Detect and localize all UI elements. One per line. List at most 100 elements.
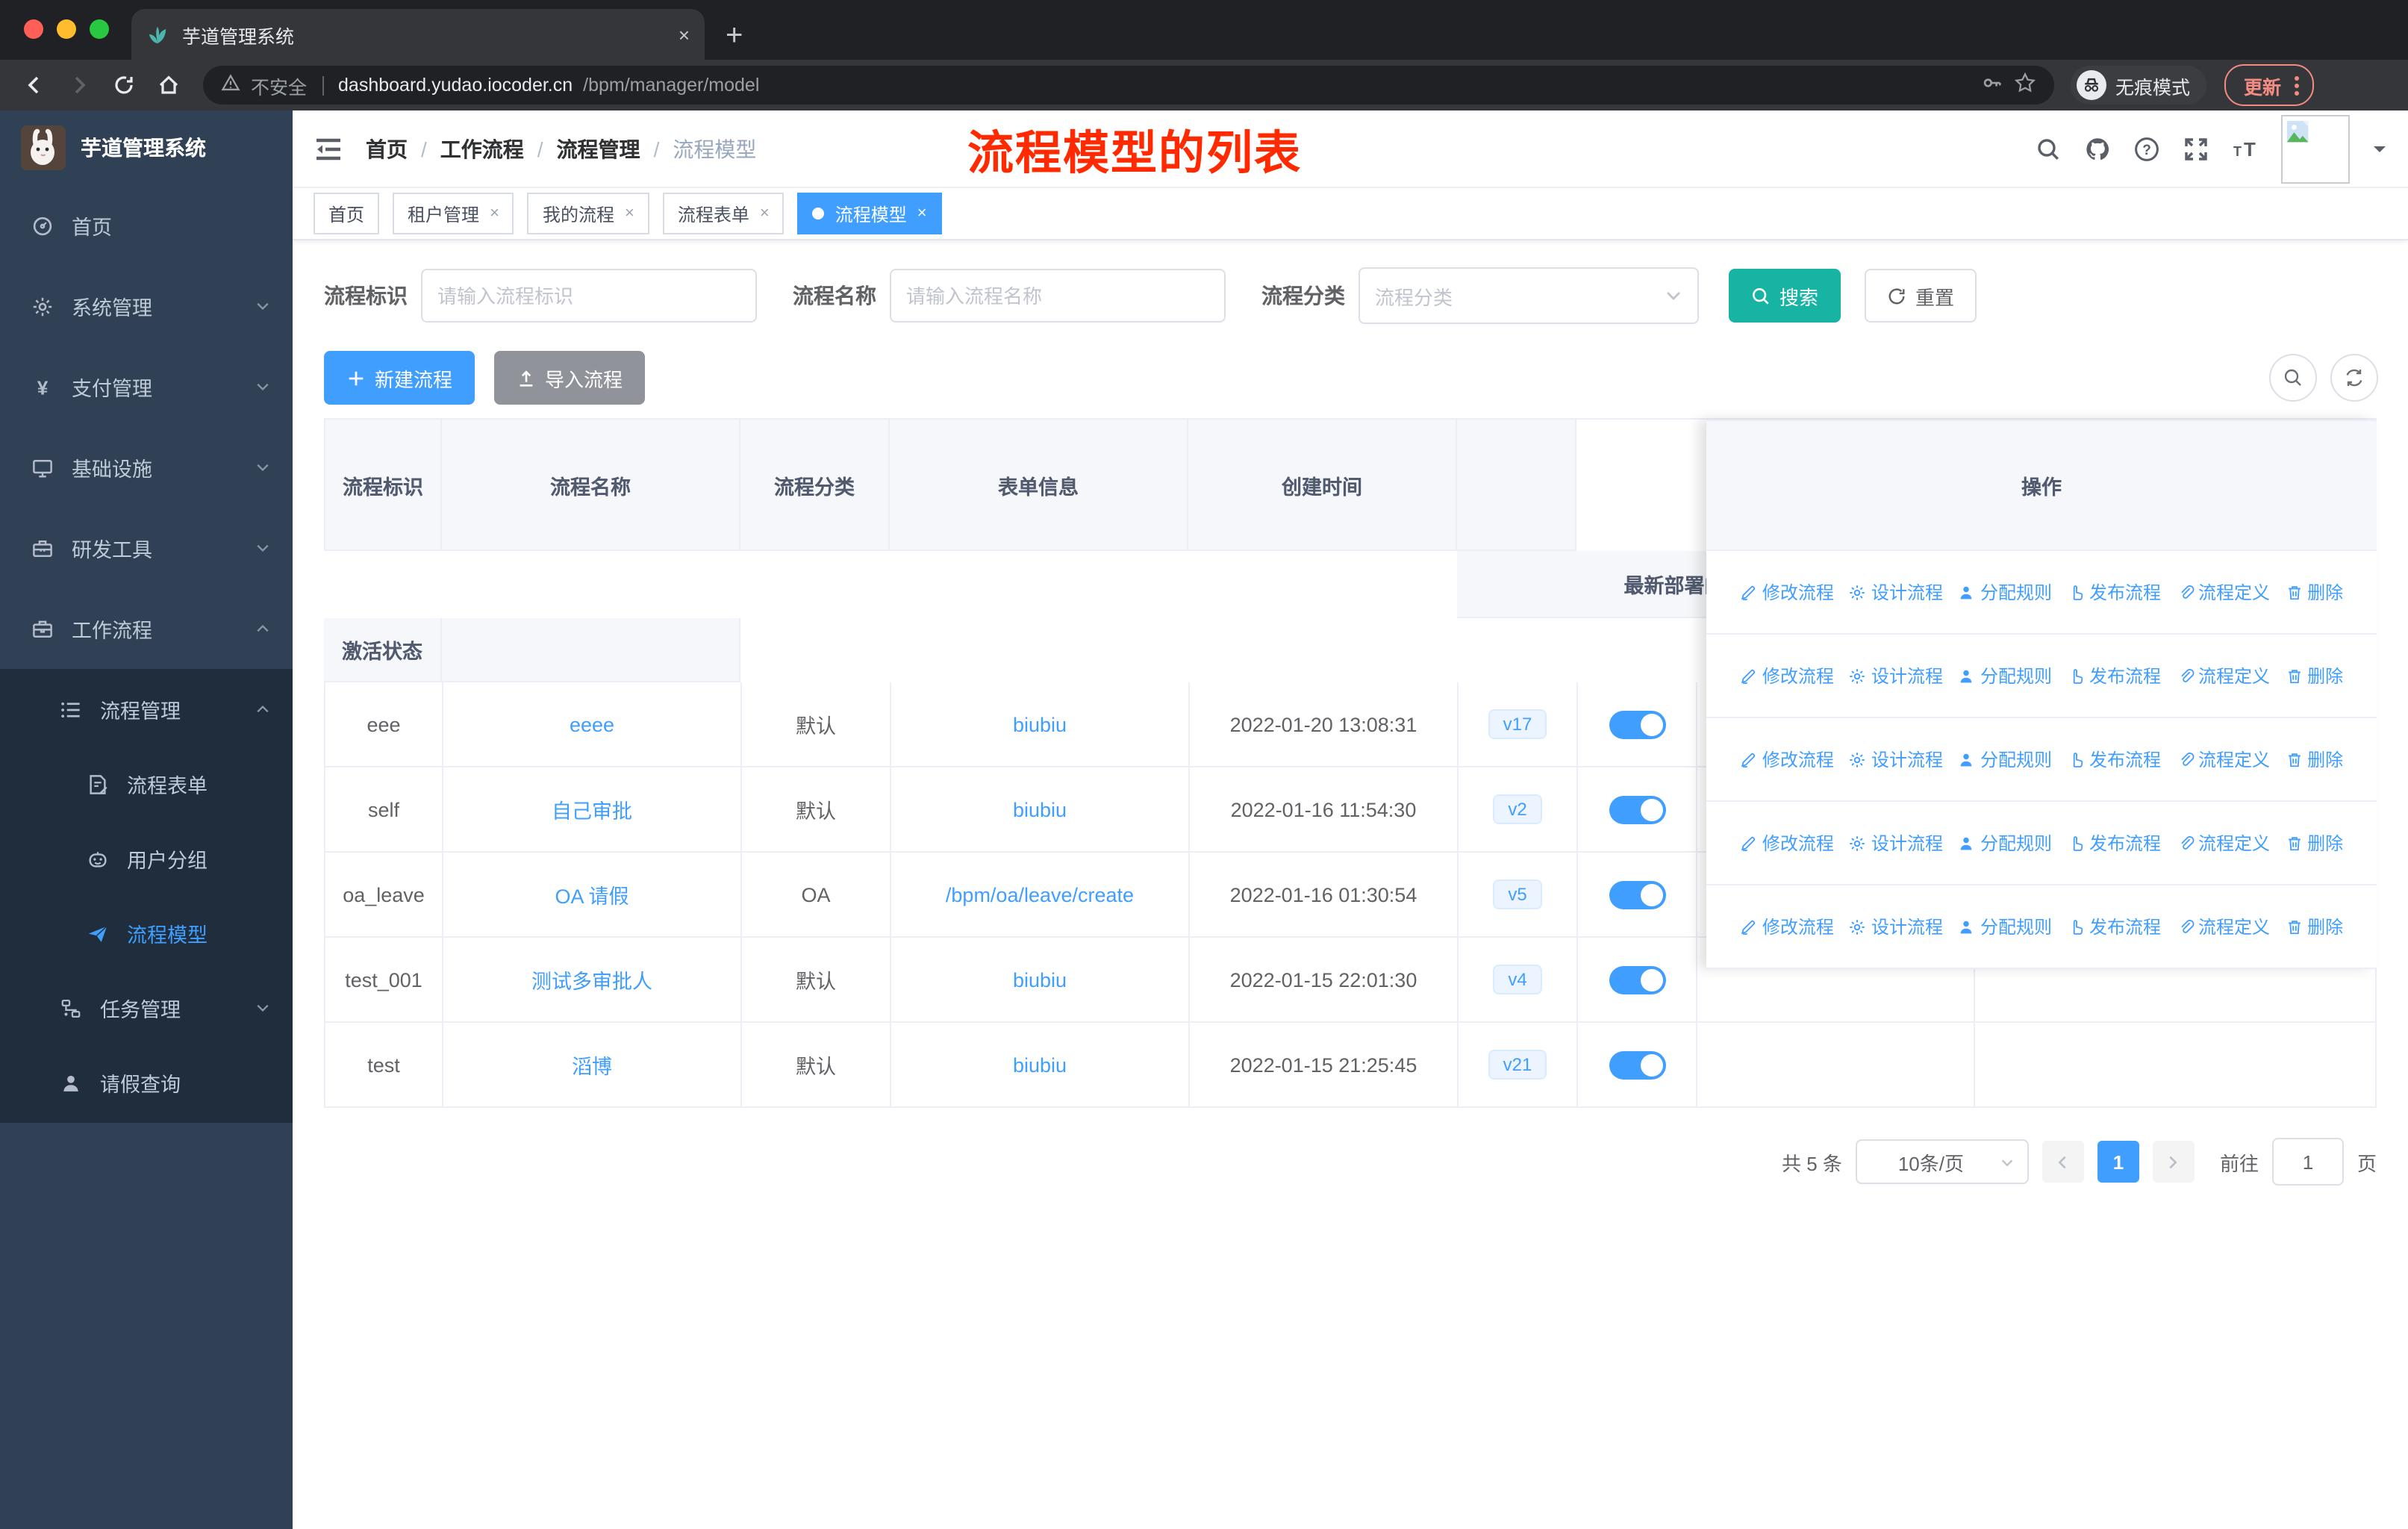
action-definition[interactable]: 流程定义 [2176,914,2270,939]
import-process-button[interactable]: 导入流程 [494,351,645,405]
sidebar-item-system[interactable]: 系统管理 [0,266,293,346]
fullscreen-icon[interactable] [2183,135,2209,162]
process-name-link[interactable]: 自己审批 [552,794,632,824]
sidebar-item-leave-query[interactable]: 请假查询 [0,1045,293,1120]
sidebar-item-devtools[interactable]: 研发工具 [0,508,293,588]
browser-menu-icon[interactable] [2295,75,2299,95]
address-bar[interactable]: 不安全 dashboard.yudao.iocoder.cn/bpm/manag… [203,66,2054,105]
action-delete[interactable]: 删除 [2285,579,2343,605]
action-modify[interactable]: 修改流程 [1740,830,1834,856]
process-name-link[interactable]: 滔博 [572,1050,612,1080]
action-publish[interactable]: 发布流程 [2067,579,2161,605]
tab-process-form[interactable]: 流程表单 × [663,193,785,234]
action-definition[interactable]: 流程定义 [2176,747,2270,772]
action-definition[interactable]: 流程定义 [2176,830,2270,856]
page-size-select[interactable]: 10条/页 [1856,1139,2029,1184]
sidebar-item-task-mgmt[interactable]: 任务管理 [0,971,293,1045]
action-modify[interactable]: 修改流程 [1740,914,1834,939]
search-icon[interactable] [2035,135,2062,162]
action-assign[interactable]: 分配规则 [1958,747,2052,772]
active-toggle[interactable] [1609,795,1665,823]
collapse-sidebar-icon[interactable] [314,134,343,164]
bookmark-star-icon[interactable] [2014,72,2036,99]
tab-home[interactable]: 首页 [314,193,379,234]
sidebar-item-process-model[interactable]: 流程模型 [0,896,293,971]
breadcrumb-home[interactable]: 首页 [366,134,408,164]
prev-page-button[interactable] [2042,1141,2084,1183]
action-assign[interactable]: 分配规则 [1958,663,2052,688]
active-toggle[interactable] [1609,1050,1665,1079]
action-delete[interactable]: 删除 [2285,914,2343,939]
form-info-link[interactable]: /bpm/oa/leave/create [946,883,1134,906]
home-icon[interactable] [149,66,188,105]
form-info-link[interactable]: biubiu [1013,713,1067,735]
close-icon[interactable]: × [760,205,770,222]
sidebar-item-payment[interactable]: ¥ 支付管理 [0,346,293,427]
back-icon[interactable] [15,66,54,105]
action-assign[interactable]: 分配规则 [1958,579,2052,605]
action-definition[interactable]: 流程定义 [2176,663,2270,688]
update-button[interactable]: 更新 [2224,64,2314,106]
action-modify[interactable]: 修改流程 [1740,579,1834,605]
close-icon[interactable]: × [490,205,499,222]
reset-button[interactable]: 重置 [1865,269,1977,323]
sidebar-item-process-form[interactable]: 流程表单 [0,747,293,821]
breadcrumb-process-mgmt[interactable]: 流程管理 [557,134,640,164]
font-size-icon[interactable]: TT [2232,135,2259,162]
minimize-window-button[interactable] [57,19,76,39]
page-number-button[interactable]: 1 [2097,1141,2139,1183]
action-design[interactable]: 设计流程 [1849,579,1943,605]
action-design[interactable]: 设计流程 [1849,747,1943,772]
action-design[interactable]: 设计流程 [1849,830,1943,856]
sidebar-item-workflow[interactable]: 工作流程 [0,588,293,669]
github-icon[interactable] [2084,135,2111,162]
active-toggle[interactable] [1609,965,1665,994]
action-design[interactable]: 设计流程 [1849,663,1943,688]
browser-tab[interactable]: 芋道管理系统 × [131,9,705,60]
goto-page-input[interactable] [2272,1138,2344,1186]
form-info-link[interactable]: biubiu [1013,1053,1067,1076]
sidebar-item-infrastructure[interactable]: 基础设施 [0,427,293,508]
key-icon[interactable] [1981,72,2003,99]
sidebar-item-user-group[interactable]: 用户分组 [0,821,293,896]
action-definition[interactable]: 流程定义 [2176,579,2270,605]
forward-icon[interactable] [60,66,99,105]
tab-tenant[interactable]: 租户管理 × [393,193,514,234]
active-toggle[interactable] [1609,880,1665,909]
process-category-select[interactable]: 流程分类 [1359,267,1699,324]
form-info-link[interactable]: biubiu [1013,798,1067,820]
action-assign[interactable]: 分配规则 [1958,914,2052,939]
process-name-link[interactable]: 测试多审批人 [531,965,652,994]
sidebar-item-process-mgmt[interactable]: 流程管理 [0,672,293,747]
sidebar-logo[interactable]: 芋道管理系统 [0,110,293,185]
sidebar-item-home[interactable]: 首页 [0,185,293,266]
action-modify[interactable]: 修改流程 [1740,663,1834,688]
reload-icon[interactable] [105,66,143,105]
action-delete[interactable]: 删除 [2285,663,2343,688]
action-publish[interactable]: 发布流程 [2067,747,2161,772]
action-assign[interactable]: 分配规则 [1958,830,2052,856]
active-toggle[interactable] [1609,710,1665,738]
tab-close-icon[interactable]: × [679,23,690,46]
refresh-table-button[interactable] [2330,354,2378,402]
process-name-link[interactable]: eeee [570,713,614,735]
create-process-button[interactable]: 新建流程 [324,351,475,405]
action-delete[interactable]: 删除 [2285,747,2343,772]
process-name-link[interactable]: OA 请假 [555,879,628,909]
process-name-input[interactable] [890,269,1226,323]
search-button[interactable]: 搜索 [1729,269,1841,323]
tab-process-model[interactable]: 流程模型 × [798,193,942,234]
action-modify[interactable]: 修改流程 [1740,747,1834,772]
user-avatar[interactable] [2281,114,2350,183]
action-publish[interactable]: 发布流程 [2067,663,2161,688]
action-delete[interactable]: 删除 [2285,830,2343,856]
action-publish[interactable]: 发布流程 [2067,914,2161,939]
next-page-button[interactable] [2153,1141,2195,1183]
close-window-button[interactable] [24,19,43,39]
toggle-search-button[interactable] [2269,354,2317,402]
tab-my-process[interactable]: 我的流程 × [528,193,649,234]
maximize-window-button[interactable] [90,19,109,39]
chevron-down-icon[interactable] [2372,141,2387,156]
new-tab-button[interactable]: + [726,21,743,51]
help-icon[interactable]: ? [2133,135,2160,162]
